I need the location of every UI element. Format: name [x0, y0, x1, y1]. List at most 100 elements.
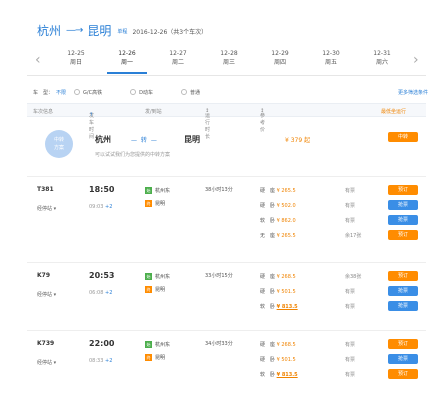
train-number[interactable]: K739	[37, 340, 54, 347]
transfer-from: 杭州	[95, 135, 111, 144]
seat-price: 软 卧 ¥ 862.0	[260, 218, 296, 224]
sort-up-icon: ↑	[89, 112, 94, 118]
route-arrow: —→	[66, 24, 83, 36]
seat-price: 无 座 ¥ 265.5	[260, 233, 296, 239]
filter-normal-label: 普通	[189, 89, 200, 96]
date-tab-0[interactable]: 12-25 周日	[56, 49, 96, 67]
from-station: 始杭州东	[145, 187, 171, 194]
seat-availability: 有票	[345, 289, 356, 295]
chevron-down-icon: ▾	[53, 206, 57, 212]
from-station: 始杭州东	[145, 341, 171, 348]
checkbox-gc[interactable]	[74, 89, 81, 95]
transfer-mid: — 转 —	[131, 137, 158, 144]
more-filters-link[interactable]: 更多筛选条件	[398, 89, 428, 96]
to-station: 终昆明	[145, 286, 166, 293]
grab-ticket-button[interactable]: 抢票	[388, 301, 418, 311]
train-number[interactable]: K79	[37, 272, 50, 279]
stops-dropdown[interactable]: 经停站 ▾	[37, 291, 56, 298]
seat-availability: 有票	[345, 342, 356, 348]
checkbox-normal[interactable]	[180, 89, 187, 95]
start-station-icon: 始	[145, 187, 152, 194]
chevron-down-icon: ▾	[53, 360, 57, 366]
date-tab-4[interactable]: 12-29 周四	[260, 49, 300, 67]
chevron-down-icon: ▾	[53, 292, 57, 298]
book-button[interactable]: 预订	[388, 369, 418, 379]
trip-type-tag: 单程	[117, 29, 128, 35]
seat-price: 软 卧 ¥ 813.5	[260, 372, 298, 378]
depart-time: 18:50	[89, 185, 115, 194]
col-train-no[interactable]: 车次信息	[33, 108, 53, 115]
seat-price: 硬 座 ¥ 268.5	[260, 274, 296, 280]
seat-availability: 余38张	[345, 274, 362, 280]
book-button[interactable]: 预订	[388, 339, 418, 349]
arrive-time: 09:03 +2	[89, 204, 113, 210]
transfer-price: ¥ 379 起	[285, 137, 311, 144]
duration: 33小时15分	[205, 273, 233, 279]
seat-price: 硬 卧 ¥ 501.5	[260, 289, 296, 295]
next-date-icon[interactable]: ›	[413, 52, 419, 68]
stops-dropdown[interactable]: 经停站 ▾	[37, 205, 56, 212]
duration: 34小时33分	[205, 341, 233, 347]
from-station: 始杭州东	[145, 273, 171, 280]
date-selector: ‹ 12-25 周日 12-26 周一 12-27 周二 12-28 周三 12-29 周…	[27, 44, 426, 76]
seat-price: 硬 卧 ¥ 501.5	[260, 357, 296, 363]
table-row: T381 经停站 ▾ 18:50 09:03 +2 始杭州东 终昆明 38小时1…	[27, 176, 426, 258]
to-station: 终昆明	[145, 354, 166, 361]
transfer-note: 可以试试我们为您提供的中转方案	[95, 152, 171, 158]
seat-availability: 有票	[345, 357, 356, 363]
transfer-suggestion: 中转 方案 杭州 — 转 — 昆明 ¥ 379 起 可以试试我们为您提供的中转方案…	[27, 126, 426, 166]
seat-availability: 有票	[345, 218, 356, 224]
arrive-time: 08:33 +2	[89, 358, 113, 364]
transfer-badge: 中转 方案	[45, 130, 73, 158]
grab-ticket-button[interactable]: 抢票	[388, 354, 418, 364]
grab-ticket-button[interactable]: 抢票	[388, 200, 418, 210]
book-button[interactable]: 预订	[388, 271, 418, 281]
prev-date-icon[interactable]: ‹	[35, 52, 41, 68]
seat-availability: 余17张	[345, 233, 362, 239]
end-station-icon: 终	[145, 286, 152, 293]
seat-price: 硬 座 ¥ 265.5	[260, 188, 296, 194]
end-station-icon: 终	[145, 200, 152, 207]
date-tab-5[interactable]: 12-30 周五	[311, 49, 351, 67]
seat-availability: 有票	[345, 304, 356, 310]
from-city: 杭州	[37, 23, 62, 38]
to-city: 昆明	[87, 23, 112, 38]
duration: 38小时13分	[205, 187, 233, 193]
col-station[interactable]: 发/到站	[145, 108, 162, 115]
transfer-button[interactable]: 中转	[388, 132, 418, 142]
col-price[interactable]: 参考价 ↕	[260, 108, 265, 133]
date-tab-6[interactable]: 12-31 周六	[362, 49, 402, 67]
date-info: 2016-12-26（共3个车次）	[132, 28, 208, 36]
depart-time: 22:00	[89, 339, 115, 348]
train-number[interactable]: T381	[37, 186, 54, 193]
grab-ticket-button[interactable]: 抢票	[388, 286, 418, 296]
col-duration[interactable]: 运行时长 ↕	[205, 108, 210, 140]
grab-ticket-button[interactable]: 抢票	[388, 215, 418, 225]
seat-availability: 有票	[345, 372, 356, 378]
seat-availability: 有票	[345, 188, 356, 194]
depart-time: 20:53	[89, 271, 115, 280]
start-station-icon: 始	[145, 273, 152, 280]
book-button[interactable]: 预订	[388, 185, 418, 195]
filter-all[interactable]: 不限	[56, 89, 66, 96]
end-station-icon: 终	[145, 354, 152, 361]
transfer-to: 昆明	[184, 135, 200, 144]
date-tab-3[interactable]: 12-28 周三	[209, 49, 249, 67]
filter-d-label: D动车	[139, 89, 153, 96]
date-tab-1[interactable]: 12-26 周一	[107, 47, 147, 74]
seat-price: 硬 卧 ¥ 502.0	[260, 203, 296, 209]
start-station-icon: 始	[145, 341, 152, 348]
seat-price: 软 卧 ¥ 813.5	[260, 304, 298, 310]
date-tab-2[interactable]: 12-27 周二	[158, 49, 198, 67]
table-header: 车次信息 发车时间 ↑ 发/到站 运行时长 ↕ 参考价 ↕ 最低坐运行	[27, 103, 426, 140]
filter-gc-label: G/C高铁	[83, 89, 103, 96]
route-title: 杭州 —→ 昆明 单程 2016-12-26（共3个车次）	[37, 22, 207, 38]
col-cheapest[interactable]: 最低坐运行	[381, 108, 406, 115]
seat-price: 硬 座 ¥ 268.5	[260, 342, 296, 348]
seat-availability: 有票	[345, 203, 356, 209]
table-row: K739 经停站 ▾ 22:00 08:33 +2 始杭州东 终昆明 34小时3…	[27, 330, 426, 400]
filter-label: 车 型：	[33, 89, 54, 96]
stops-dropdown[interactable]: 经停站 ▾	[37, 359, 56, 366]
book-button[interactable]: 预订	[388, 230, 418, 240]
checkbox-d[interactable]	[130, 89, 137, 95]
